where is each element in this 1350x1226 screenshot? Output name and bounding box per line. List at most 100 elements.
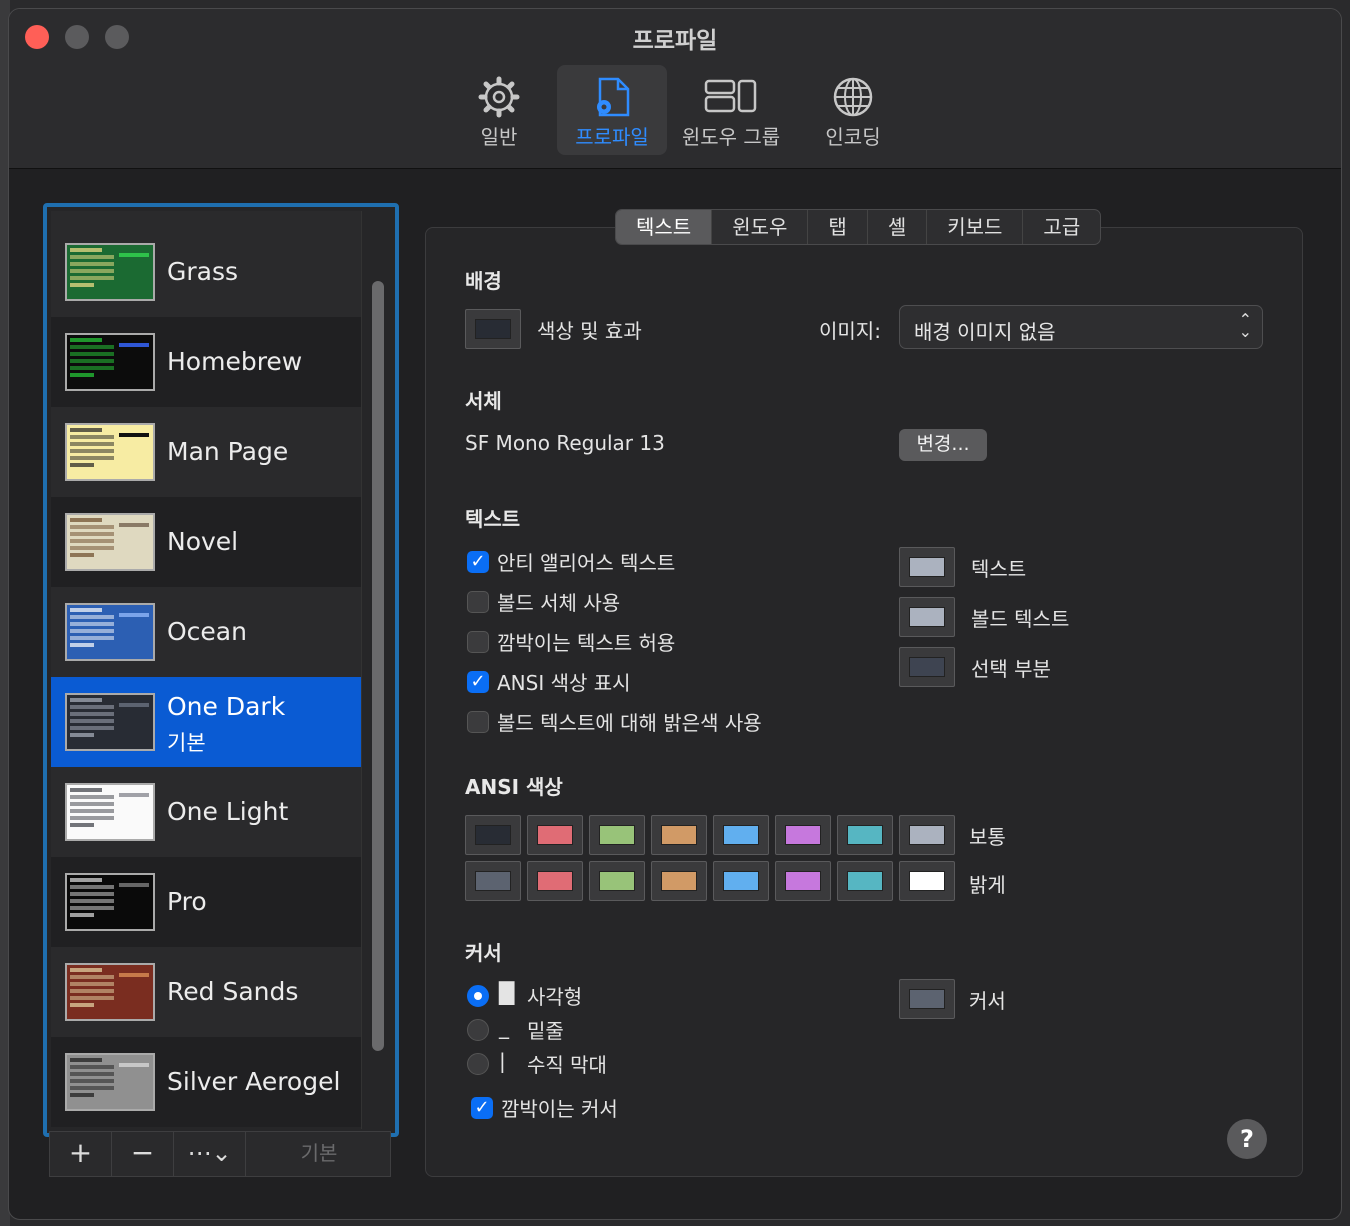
- profile-list-scrollbar[interactable]: [361, 211, 391, 1129]
- ansi-color-swatch: [909, 825, 945, 845]
- cursor-glyph: |: [499, 1049, 506, 1073]
- ansi-normal-color-well[interactable]: [527, 815, 583, 855]
- cursor-style-radio[interactable]: [467, 1053, 489, 1075]
- toolbar-encodings[interactable]: 인코딩: [803, 65, 903, 155]
- remove-profile-button[interactable]: −: [112, 1132, 174, 1176]
- ansi-bright-color-well[interactable]: [713, 861, 769, 901]
- profile-row[interactable]: Pro: [51, 857, 361, 947]
- ansi-color-swatch: [847, 871, 883, 891]
- ansi-normal-color-well[interactable]: [775, 815, 831, 855]
- thumbnail-header: [119, 793, 149, 797]
- toolbar-general[interactable]: 일반: [449, 65, 549, 155]
- toolbar-profiles-label: 프로파일: [575, 125, 649, 149]
- profile-row[interactable]: Silver Aerogel: [51, 1037, 361, 1127]
- profile-row[interactable]: Homebrew: [51, 317, 361, 407]
- text-option-checkbox[interactable]: ✓: [467, 551, 489, 573]
- text-option-checkbox[interactable]: [467, 711, 489, 733]
- text-option-label: 볼드 텍스트에 대해 밝은색 사용: [497, 711, 762, 735]
- thumbnail-line: [70, 989, 114, 993]
- add-profile-button[interactable]: +: [50, 1132, 112, 1176]
- text-color-well[interactable]: [899, 597, 955, 637]
- tab-0[interactable]: 텍스트: [616, 210, 713, 244]
- blink-cursor-checkbox[interactable]: ✓: [471, 1097, 493, 1119]
- ansi-bright-color-well[interactable]: [837, 861, 893, 901]
- text-color-well[interactable]: [899, 547, 955, 587]
- cursor-style-radio[interactable]: [467, 985, 489, 1007]
- profile-row[interactable]: Ocean: [51, 587, 361, 677]
- toolbar-profiles[interactable]: 프로파일: [557, 65, 667, 155]
- globe-icon: [833, 77, 873, 117]
- tab-2[interactable]: 탭: [808, 210, 868, 244]
- thumbnail-line: [70, 1086, 114, 1090]
- change-font-button[interactable]: 변경...: [899, 429, 987, 461]
- ansi-bright-color-well[interactable]: [899, 861, 955, 901]
- profile-doc-icon: [597, 77, 630, 117]
- profile-row[interactable]: Red Sands: [51, 947, 361, 1037]
- profile-thumbnail: [65, 963, 155, 1021]
- thumbnail-header: [119, 523, 149, 527]
- profile-thumbnail: [65, 423, 155, 481]
- list-partial-row: [51, 211, 361, 227]
- ansi-bright-color-well[interactable]: [589, 861, 645, 901]
- ansi-color-swatch: [847, 825, 883, 845]
- text-color-well[interactable]: [899, 647, 955, 687]
- window-group-icon: [704, 79, 757, 113]
- ansi-color-swatch: [475, 871, 511, 891]
- thumbnail-line: [70, 338, 102, 342]
- ansi-bright-color-well[interactable]: [527, 861, 583, 901]
- ansi-normal-color-well[interactable]: [713, 815, 769, 855]
- ansi-color-swatch: [599, 825, 635, 845]
- ansi-normal-color-well[interactable]: [465, 815, 521, 855]
- ansi-bright-color-well[interactable]: [651, 861, 707, 901]
- tab-1[interactable]: 윈도우: [712, 210, 809, 244]
- thumbnail-line: [70, 359, 114, 363]
- cursor-style-radio[interactable]: [467, 1019, 489, 1041]
- profile-list[interactable]: Grass Homebrew Man Page Novel Ocean One Dark 기…: [43, 203, 399, 1137]
- thumbnail-line: [70, 1072, 114, 1076]
- background-image-label: 이미지:: [819, 319, 881, 343]
- text-option-checkbox[interactable]: ✓: [467, 671, 489, 693]
- thumbnail-line: [70, 463, 94, 467]
- text-color-label: 텍스트: [971, 557, 1027, 581]
- profile-row[interactable]: One Light: [51, 767, 361, 857]
- text-option-checkbox[interactable]: [467, 631, 489, 653]
- toolbar-general-label: 일반: [480, 125, 518, 149]
- cursor-color-well[interactable]: [899, 979, 955, 1019]
- thumbnail-header: [119, 433, 149, 437]
- section-background: 배경: [465, 269, 502, 293]
- thumbnail-line: [70, 352, 114, 356]
- section-font: 서체: [465, 389, 502, 413]
- profile-list-buttons: + − ⋯⌄ 기본: [49, 1131, 391, 1177]
- background-color-swatch: [475, 319, 511, 339]
- help-button[interactable]: ?: [1227, 1119, 1267, 1159]
- profile-row[interactable]: Grass: [51, 227, 361, 317]
- background-image-select[interactable]: 배경 이미지 없음 ⌃ ⌄: [899, 305, 1263, 349]
- ansi-bright-color-well[interactable]: [465, 861, 521, 901]
- profile-name: Homebrew: [167, 347, 303, 376]
- more-actions-button[interactable]: ⋯⌄: [174, 1132, 246, 1176]
- ansi-bright-color-well[interactable]: [775, 861, 831, 901]
- text-color-swatch: [909, 557, 945, 577]
- thumbnail-line: [70, 982, 114, 986]
- tab-5[interactable]: 고급: [1023, 210, 1100, 244]
- text-option-checkbox[interactable]: [467, 591, 489, 613]
- ansi-normal-color-well[interactable]: [899, 815, 955, 855]
- scrollbar-thumb[interactable]: [372, 281, 384, 1051]
- ansi-normal-color-well[interactable]: [589, 815, 645, 855]
- set-default-button[interactable]: 기본: [246, 1132, 392, 1176]
- profile-row[interactable]: One Dark 기본: [51, 677, 361, 767]
- profile-row[interactable]: Man Page: [51, 407, 361, 497]
- tab-3[interactable]: 셸: [868, 210, 928, 244]
- toolbar-window-groups[interactable]: 윈도우 그룹: [675, 65, 787, 155]
- ansi-normal-color-well[interactable]: [837, 815, 893, 855]
- thumbnail-line: [70, 906, 114, 910]
- thumbnail-header: [119, 973, 149, 977]
- tab-4[interactable]: 키보드: [927, 210, 1024, 244]
- thumbnail-line: [70, 788, 102, 792]
- background-color-well[interactable]: [465, 309, 521, 349]
- section-text: 텍스트: [465, 507, 521, 531]
- profile-name: Ocean: [167, 617, 247, 646]
- ansi-color-swatch: [785, 825, 821, 845]
- ansi-normal-color-well[interactable]: [651, 815, 707, 855]
- profile-row[interactable]: Novel: [51, 497, 361, 587]
